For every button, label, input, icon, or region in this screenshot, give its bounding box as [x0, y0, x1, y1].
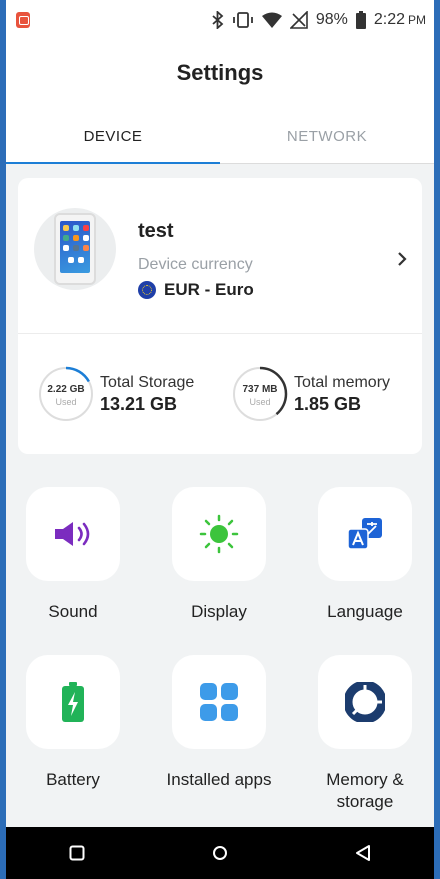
clock: 2:22 PM [374, 11, 426, 29]
tile-battery-box[interactable] [26, 655, 120, 749]
currency-label: Device currency [138, 256, 253, 273]
apps-grid-icon [200, 683, 238, 721]
clock-time: 2:22 [373, 11, 405, 28]
tile-display-box[interactable] [172, 487, 266, 581]
tile-memory-storage-box[interactable] [318, 655, 412, 749]
square-icon [69, 845, 85, 861]
storage-used-value: 2.22 GB [47, 384, 85, 395]
tab-network[interactable]: NETWORK [220, 110, 434, 163]
status-bar: 98% 2:22 PM [6, 0, 434, 40]
tile-installed-apps-label: Installed apps [166, 770, 272, 789]
tile-memory-storage[interactable]: Memory & storage [305, 655, 425, 813]
battery-charging-icon [62, 682, 84, 722]
system-nav-bar [6, 827, 434, 879]
header: Settings DEVICE NETWORK [6, 40, 434, 164]
bluetooth-icon [212, 11, 224, 29]
memory-used-value: 737 MB [242, 384, 278, 395]
device-name: test [138, 220, 174, 242]
device-card: test Device currency EUR - Euro 2.22 GB … [18, 178, 422, 454]
tile-memory-storage-label: Memory & storage [326, 770, 404, 811]
app-notification-icon [16, 12, 30, 28]
home-button[interactable] [212, 845, 228, 861]
tile-installed-apps-box[interactable] [172, 655, 266, 749]
app-screen: 98% 2:22 PM Settings DEVICE NETWORK test… [6, 0, 434, 879]
device-image [34, 208, 116, 290]
tile-display-label: Display [191, 602, 247, 621]
status-icons: 98% 2:22 PM [212, 11, 426, 29]
circle-icon [212, 846, 227, 860]
tile-battery[interactable]: Battery [13, 655, 133, 791]
sun-icon [199, 514, 239, 554]
tile-installed-apps[interactable]: Installed apps [159, 655, 279, 791]
device-info-row[interactable]: test Device currency EUR - Euro [18, 178, 422, 334]
memory-ring: 737 MB Used [230, 364, 290, 424]
memory-title: Total memory [294, 373, 391, 391]
back-button[interactable] [355, 844, 371, 862]
tile-language[interactable]: Language [305, 487, 425, 623]
tile-sound-label: Sound [48, 602, 98, 621]
eu-flag-icon [138, 281, 156, 299]
vibrate-icon [232, 12, 253, 28]
tile-language-box[interactable] [318, 487, 412, 581]
pie-chart-icon [345, 682, 385, 722]
memory-stat: 737 MB Used Total memory 1.85 GB [230, 364, 390, 424]
back-triangle-icon [355, 845, 370, 861]
tile-sound[interactable]: Sound [13, 487, 133, 623]
page-title: Settings [176, 60, 264, 85]
battery-percent: 98% [315, 11, 348, 28]
chevron-right-icon[interactable] [396, 250, 408, 272]
storage-title: Total Storage [100, 373, 195, 391]
memory-total: 1.85 GB [294, 393, 362, 414]
currency-row: EUR - Euro [138, 280, 254, 300]
storage-stat: 2.22 GB Used Total Storage 13.21 GB [36, 364, 194, 424]
recents-button[interactable] [69, 845, 85, 861]
battery-icon [355, 11, 366, 29]
tab-bar: DEVICE NETWORK [6, 110, 434, 164]
tab-device[interactable]: DEVICE [6, 110, 220, 164]
no-signal-icon [289, 11, 308, 29]
translate-icon [347, 518, 382, 550]
stats-row: 2.22 GB Used Total Storage 13.21 GB 737 … [18, 334, 422, 454]
tile-battery-label: Battery [46, 770, 100, 789]
storage-used-label: Used [55, 397, 77, 407]
currency-value: EUR - Euro [164, 280, 254, 299]
tile-display[interactable]: Display [159, 487, 279, 623]
speaker-icon [55, 522, 90, 546]
storage-ring: 2.22 GB Used [36, 364, 96, 424]
phone-illustration [54, 213, 96, 285]
storage-total: 13.21 GB [100, 393, 178, 414]
wifi-icon [261, 12, 282, 28]
tile-language-label: Language [327, 602, 403, 621]
memory-used-label: Used [249, 397, 271, 407]
clock-ampm: PM [408, 13, 426, 27]
tile-sound-box[interactable] [26, 487, 120, 581]
